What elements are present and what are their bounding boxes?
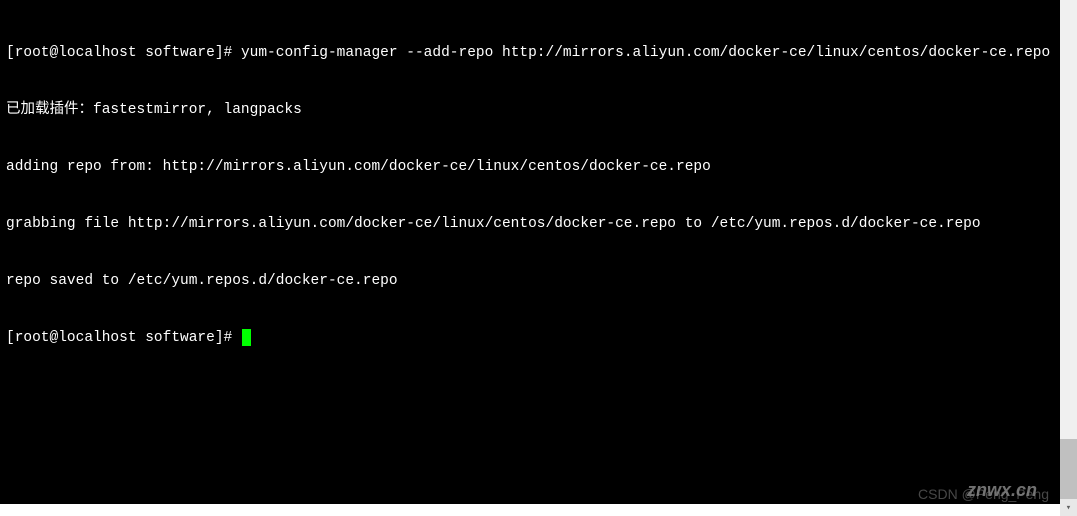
shell-command: yum-config-manager --add-repo http://mir… [241,45,1050,61]
scroll-down-button[interactable]: ▾ [1060,499,1077,516]
terminal-output-line: grabbing file http://mirrors.aliyun.com/… [6,215,1054,234]
terminal-output-line: repo saved to /etc/yum.repos.d/docker-ce… [6,272,1054,291]
terminal-window[interactable]: [root@localhost software]# yum-config-ma… [0,0,1060,504]
terminal-output-line: adding repo from: http://mirrors.aliyun.… [6,158,1054,177]
watermark-text: CSDN @Peng_Peng [918,486,1049,502]
cursor-icon [242,329,251,346]
vertical-scrollbar[interactable]: ▾ [1060,0,1077,516]
shell-prompt: [root@localhost software]# [6,330,241,346]
shell-prompt: [root@localhost software]# [6,45,241,61]
chevron-down-icon: ▾ [1066,503,1071,513]
terminal-line: [root@localhost software]# yum-config-ma… [6,44,1054,63]
terminal-line: [root@localhost software]# [6,329,1054,348]
terminal-output-line: 已加载插件：fastestmirror, langpacks [6,101,1054,120]
scrollbar-thumb[interactable] [1060,439,1077,499]
